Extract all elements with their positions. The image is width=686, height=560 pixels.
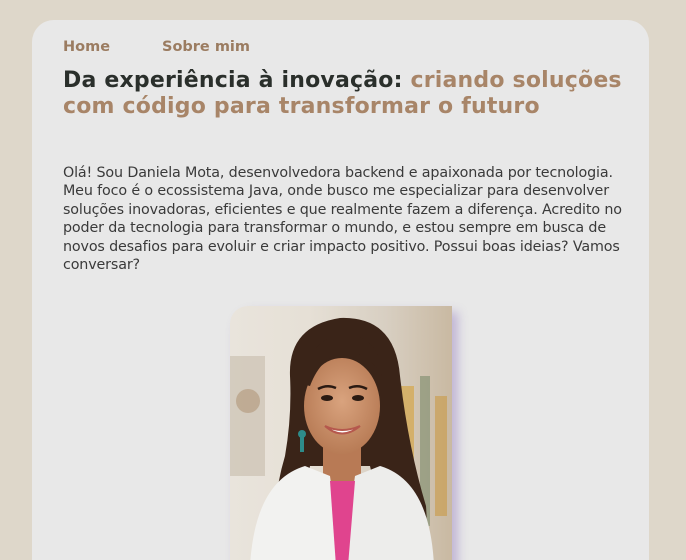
top-nav: Home Sobre mim [63,39,250,55]
nav-link-sobre-mim[interactable]: Sobre mim [162,39,250,55]
title-main: Da experiência à inovação: [63,68,411,93]
content-card: Home Sobre mim Da experiência à inovação… [32,20,649,560]
profile-photo [230,306,452,560]
nav-link-home[interactable]: Home [63,39,162,55]
intro-paragraph: Olá! Sou Daniela Mota, desenvolvedora ba… [63,165,622,274]
page-title: Da experiência à inovação: criando soluç… [63,68,623,120]
